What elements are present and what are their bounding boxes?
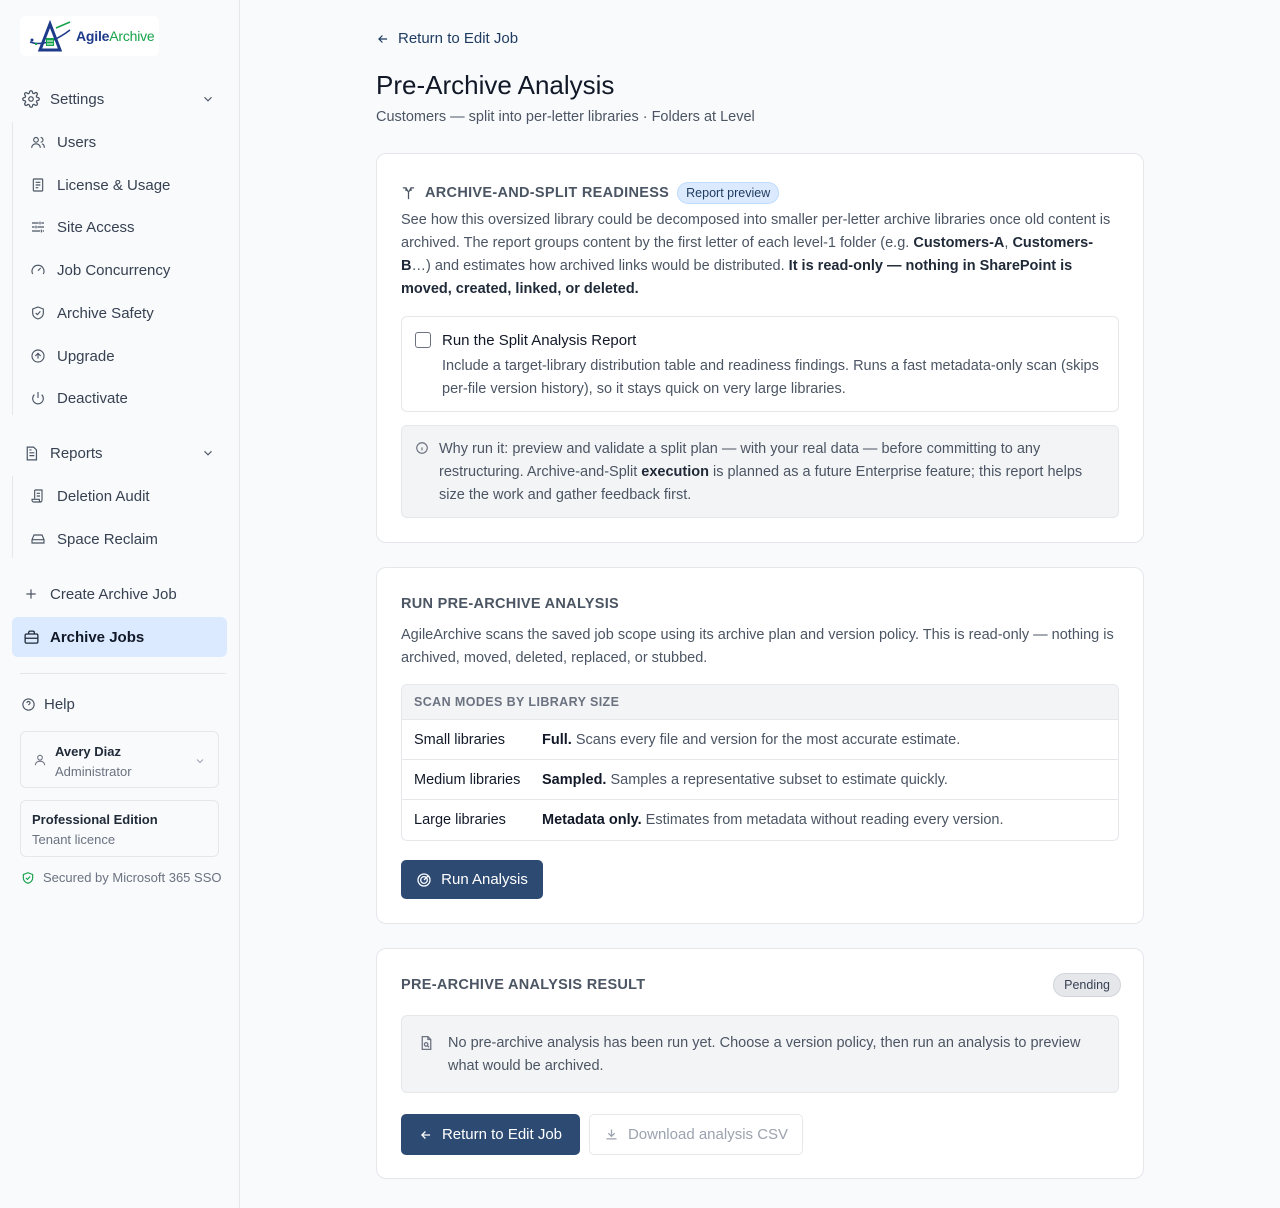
sidebar: AgileArchive Settings Users License & Us… xyxy=(0,0,240,1208)
run-analysis-heading: RUN PRE-ARCHIVE ANALYSIS xyxy=(401,596,620,612)
scan-modes-table: SCAN MODES BY LIBRARY SIZE Small librari… xyxy=(401,684,1119,841)
table-row: Medium libraries Sampled. Samples a repr… xyxy=(402,760,1118,800)
split-info-text: Why run it: preview and validate a split… xyxy=(439,441,1083,503)
nav-group-reports-label: Reports xyxy=(50,444,103,462)
edition-type: Tenant licence xyxy=(32,832,116,847)
sidebar-item-deactivate[interactable]: Deactivate xyxy=(30,383,128,413)
upgrade-circle-icon xyxy=(30,348,46,364)
gear-icon xyxy=(22,90,40,108)
shield-check-icon xyxy=(22,871,34,884)
split-icon xyxy=(402,186,415,199)
sidebar-item-users[interactable]: Users xyxy=(30,127,96,157)
file-search-icon xyxy=(418,1034,435,1056)
help-circle-icon xyxy=(20,695,36,713)
return-to-edit-job-link[interactable]: Return to Edit Job xyxy=(376,30,518,47)
status-badge: Pending xyxy=(1053,973,1121,997)
create-archive-job-link[interactable]: Create Archive Job xyxy=(12,574,227,614)
logo-text: AgileArchive xyxy=(76,28,155,44)
sidebar-item-space-reclaim[interactable]: Space Reclaim xyxy=(30,524,158,554)
split-description: See how this oversized library could be … xyxy=(401,212,1111,297)
archive-jobs-link[interactable]: Archive Jobs xyxy=(12,617,227,657)
arrow-left-icon xyxy=(420,1130,431,1139)
gauge-icon xyxy=(30,262,46,278)
reports-tree-line xyxy=(12,476,13,558)
report-preview-badge: Report preview xyxy=(677,182,780,204)
sliders-icon xyxy=(30,219,46,235)
chevron-down-icon xyxy=(194,754,206,771)
split-report-checkbox-label: Run the Split Analysis Report xyxy=(442,332,637,349)
split-info-box: Why run it: preview and validate a split… xyxy=(401,425,1119,518)
user-menu[interactable]: Avery Diaz Administrator xyxy=(20,731,219,788)
shield-check-icon xyxy=(30,305,46,321)
nav-group-reports[interactable]: Reports xyxy=(12,434,227,472)
run-analysis-description: AgileArchive scans the saved job scope u… xyxy=(401,627,1114,666)
document-icon xyxy=(30,177,46,193)
edition-card: Professional Edition Tenant licence xyxy=(20,800,219,857)
help-link[interactable]: Help xyxy=(10,684,225,724)
table-row: Large libraries Metadata only. Estimates… xyxy=(414,812,1004,828)
plus-icon xyxy=(22,585,40,603)
split-report-checkbox-desc: Include a target-library distribution ta… xyxy=(442,358,1099,397)
split-report-checkbox[interactable] xyxy=(415,332,431,348)
user-icon xyxy=(33,752,47,772)
empty-result-text: No pre-archive analysis has been run yet… xyxy=(448,1035,1081,1074)
power-icon xyxy=(30,390,46,406)
logo-mark-icon xyxy=(29,20,71,52)
user-name: Avery Diaz xyxy=(55,744,121,759)
sidebar-item-job-concurrency[interactable]: Job Concurrency xyxy=(30,255,170,285)
hard-drive-icon xyxy=(30,531,46,547)
page-title: Pre-Archive Analysis xyxy=(376,70,615,100)
page-subtitle: Customers — split into per-letter librar… xyxy=(376,109,755,125)
users-icon xyxy=(30,134,46,150)
return-to-edit-job-button[interactable]: Return to Edit Job xyxy=(401,1114,580,1155)
sidebar-item-archive-safety[interactable]: Archive Safety xyxy=(30,298,154,328)
sidebar-item-site-access[interactable]: Site Access xyxy=(30,212,135,242)
chevron-down-icon xyxy=(201,92,215,110)
sidebar-item-license-usage[interactable]: License & Usage xyxy=(30,170,170,200)
sidebar-divider xyxy=(20,673,226,674)
split-readiness-heading: ARCHIVE-AND-SPLIT READINESS Report previ… xyxy=(401,182,780,204)
nav-group-settings-label: Settings xyxy=(50,90,105,108)
settings-tree-line xyxy=(12,122,13,415)
run-analysis-button[interactable]: Run Analysis xyxy=(401,860,543,899)
run-analysis-card: RUN PRE-ARCHIVE ANALYSIS AgileArchive sc… xyxy=(376,567,1144,924)
download-csv-button[interactable]: Download analysis CSV xyxy=(589,1114,803,1155)
radar-icon xyxy=(417,872,431,887)
sso-notice: Secured by Microsoft 365 SSO xyxy=(21,870,221,885)
table-row: Small libraries Full. Scans every file a… xyxy=(402,720,1118,760)
chevron-down-icon xyxy=(201,446,215,464)
empty-result-box: No pre-archive analysis has been run yet… xyxy=(401,1015,1119,1093)
edition-name: Professional Edition xyxy=(32,812,158,827)
split-report-option[interactable]: Run the Split Analysis Report Include a … xyxy=(401,316,1119,412)
scroll-icon xyxy=(30,488,46,504)
analysis-result-card: PRE-ARCHIVE ANALYSIS RESULT Pending No p… xyxy=(376,948,1144,1179)
split-readiness-card: ARCHIVE-AND-SPLIT READINESS Report previ… xyxy=(376,153,1144,543)
report-icon xyxy=(22,444,40,462)
nav-group-settings[interactable]: Settings xyxy=(12,80,227,118)
user-role: Administrator xyxy=(55,764,132,779)
download-icon xyxy=(606,1129,617,1140)
analysis-result-heading: PRE-ARCHIVE ANALYSIS RESULT xyxy=(401,977,646,993)
arrow-left-icon xyxy=(378,34,388,43)
scan-modes-table-header: SCAN MODES BY LIBRARY SIZE xyxy=(402,685,1118,720)
sidebar-item-deletion-audit[interactable]: Deletion Audit xyxy=(30,481,150,511)
sidebar-item-upgrade[interactable]: Upgrade xyxy=(30,341,115,371)
briefcase-icon xyxy=(22,628,40,646)
info-icon xyxy=(415,441,429,459)
logo[interactable]: AgileArchive xyxy=(20,16,159,56)
